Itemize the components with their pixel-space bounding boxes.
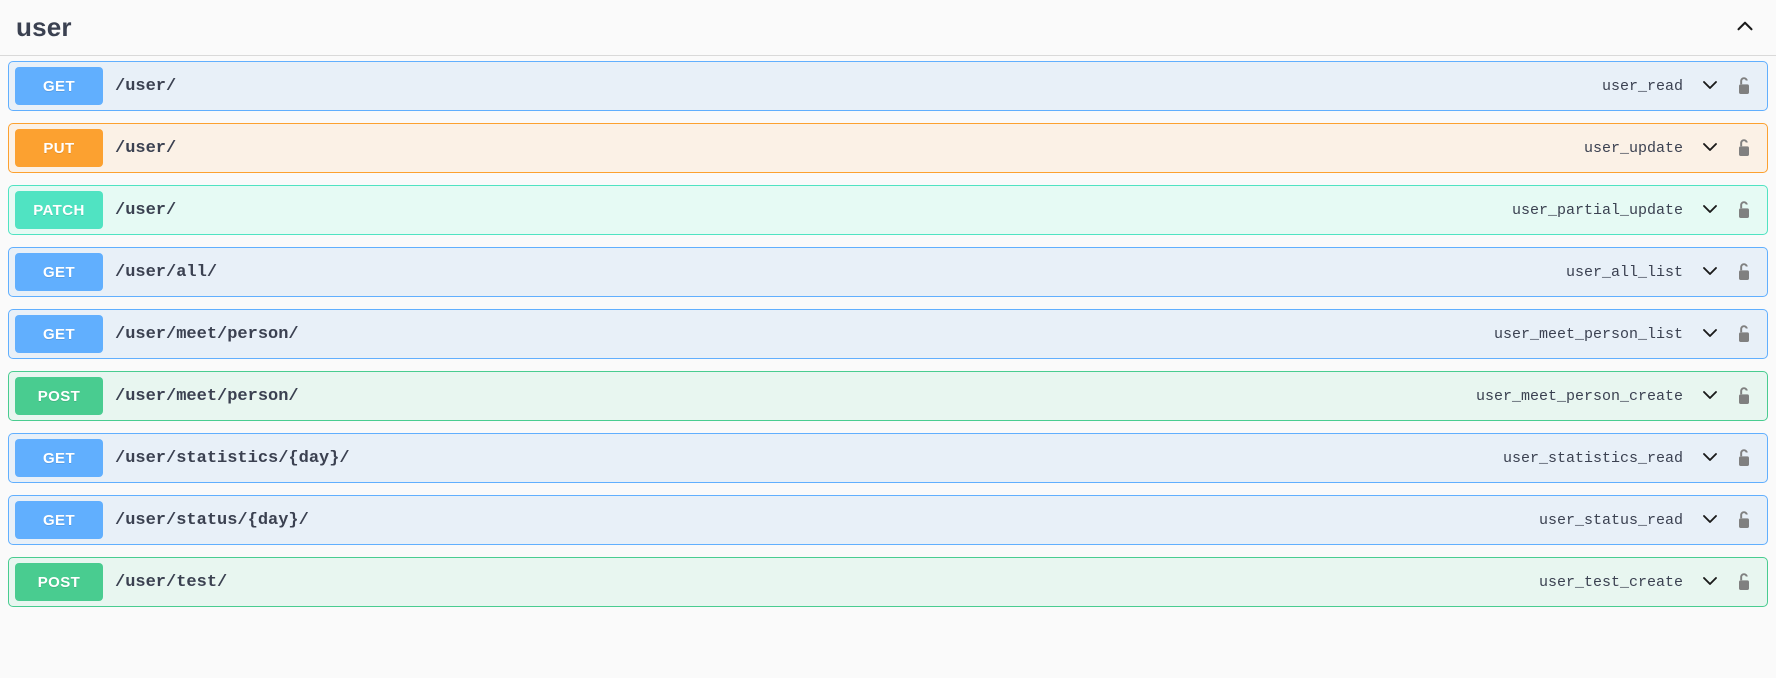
operation-id-label: user_status_read xyxy=(1538,511,1683,529)
page-title: user xyxy=(16,12,72,42)
chevron-down-icon xyxy=(1698,73,1722,100)
operation-path: /user/meet/person/ xyxy=(115,386,299,406)
operation-row[interactable]: POST/user/meet/person/user_meet_person_c… xyxy=(8,371,1768,421)
authorization-button[interactable] xyxy=(1729,131,1759,165)
operation-expand-button[interactable] xyxy=(1693,193,1727,227)
operation-id-label: user_meet_person_create xyxy=(1475,387,1683,405)
operation-list: GET/user/user_read PUT/user/user_update PA… xyxy=(0,56,1776,607)
unlocked-padlock-icon xyxy=(1734,385,1754,407)
tag-header[interactable]: user xyxy=(0,0,1776,56)
http-method-badge: PUT xyxy=(15,129,103,167)
authorization-button[interactable] xyxy=(1729,379,1759,413)
authorization-button[interactable] xyxy=(1729,69,1759,103)
chevron-down-icon xyxy=(1698,383,1722,410)
operation-row[interactable]: GET/user/user_read xyxy=(8,61,1768,111)
operation-id-label: user_update xyxy=(1583,139,1683,157)
http-method-badge: GET xyxy=(15,315,103,353)
tag-collapse-button[interactable] xyxy=(1728,11,1762,45)
operation-row[interactable]: GET/user/meet/person/user_meet_person_li… xyxy=(8,309,1768,359)
unlocked-padlock-icon xyxy=(1734,199,1754,221)
unlocked-padlock-icon xyxy=(1734,261,1754,283)
http-method-badge: PATCH xyxy=(15,191,103,229)
http-method-badge: GET xyxy=(15,501,103,539)
http-method-badge: GET xyxy=(15,439,103,477)
operation-row[interactable]: GET/user/all/user_all_list xyxy=(8,247,1768,297)
operation-path: /user/test/ xyxy=(115,572,228,592)
chevron-down-icon xyxy=(1698,135,1722,162)
operations-tag-section: user GET/user/user_read PUT/user/user_upd… xyxy=(0,0,1776,678)
unlocked-padlock-icon xyxy=(1734,323,1754,345)
unlocked-padlock-icon xyxy=(1734,571,1754,593)
authorization-button[interactable] xyxy=(1729,255,1759,289)
unlocked-padlock-icon xyxy=(1734,75,1754,97)
operation-row[interactable]: POST/user/test/user_test_create xyxy=(8,557,1768,607)
http-method-badge: GET xyxy=(15,67,103,105)
http-method-badge: POST xyxy=(15,563,103,601)
operation-row[interactable]: GET/user/status/{day}/ user_status_read xyxy=(8,495,1768,545)
authorization-button[interactable] xyxy=(1729,193,1759,227)
chevron-down-icon xyxy=(1698,321,1722,348)
operation-id-label: user_statistics_read xyxy=(1502,449,1683,467)
operation-expand-button[interactable] xyxy=(1693,131,1727,165)
authorization-button[interactable] xyxy=(1729,441,1759,475)
operation-path: /user/status/{day}/ xyxy=(115,510,309,530)
unlocked-padlock-icon xyxy=(1734,137,1754,159)
unlocked-padlock-icon xyxy=(1734,447,1754,469)
operation-expand-button[interactable] xyxy=(1693,441,1727,475)
operation-row[interactable]: PATCH/user/user_partial_update xyxy=(8,185,1768,235)
chevron-up-icon xyxy=(1732,13,1758,42)
operation-expand-button[interactable] xyxy=(1693,69,1727,103)
operation-id-label: user_partial_update xyxy=(1511,201,1683,219)
operation-path: /user/statistics/{day}/ xyxy=(115,448,350,468)
authorization-button[interactable] xyxy=(1729,503,1759,537)
operation-expand-button[interactable] xyxy=(1693,565,1727,599)
operation-expand-button[interactable] xyxy=(1693,503,1727,537)
operation-row[interactable]: GET/user/statistics/{day}/ user_statistic… xyxy=(8,433,1768,483)
http-method-badge: GET xyxy=(15,253,103,291)
chevron-down-icon xyxy=(1698,445,1722,472)
operation-row[interactable]: PUT/user/user_update xyxy=(8,123,1768,173)
operation-path: /user/meet/person/ xyxy=(115,324,299,344)
operation-expand-button[interactable] xyxy=(1693,317,1727,351)
operation-path: /user/ xyxy=(115,138,177,158)
unlocked-padlock-icon xyxy=(1734,509,1754,531)
authorization-button[interactable] xyxy=(1729,565,1759,599)
operation-id-label: user_all_list xyxy=(1565,263,1683,281)
operation-expand-button[interactable] xyxy=(1693,379,1727,413)
operation-expand-button[interactable] xyxy=(1693,255,1727,289)
chevron-down-icon xyxy=(1698,569,1722,596)
operation-id-label: user_meet_person_list xyxy=(1493,325,1683,343)
operation-path: /user/all/ xyxy=(115,262,218,282)
operation-id-label: user_test_create xyxy=(1538,573,1683,591)
operation-path: /user/ xyxy=(115,76,177,96)
operation-path: /user/ xyxy=(115,200,177,220)
authorization-button[interactable] xyxy=(1729,317,1759,351)
operation-id-label: user_read xyxy=(1601,77,1683,95)
chevron-down-icon xyxy=(1698,507,1722,534)
http-method-badge: POST xyxy=(15,377,103,415)
chevron-down-icon xyxy=(1698,259,1722,286)
chevron-down-icon xyxy=(1698,197,1722,224)
